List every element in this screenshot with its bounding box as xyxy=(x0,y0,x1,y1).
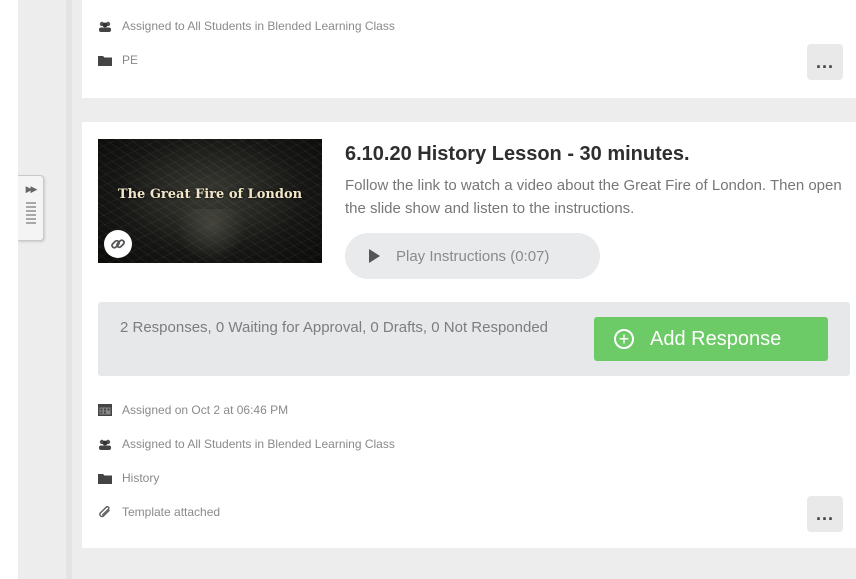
play-instructions-label: Play Instructions (0:07) xyxy=(396,247,550,265)
plus-circle-icon: + xyxy=(614,329,634,349)
video-thumbnail[interactable]: The Great Fire of London xyxy=(98,139,322,263)
assigned-on-text: Assigned on Oct 2 at 06:46 PM xyxy=(122,403,289,417)
users-icon xyxy=(98,20,112,32)
folder-row: PE xyxy=(98,53,138,67)
activity-description: Follow the link to watch a video about t… xyxy=(345,177,842,217)
assigned-on-row: Assigned on Oct 2 at 06:46 PM xyxy=(98,403,288,417)
calendar-icon xyxy=(98,404,112,416)
play-icon xyxy=(369,249,380,263)
activity-title: 6.10.20 History Lesson - 30 minutes. xyxy=(345,143,690,165)
assigned-to-text: Assigned to All Students in Blended Lear… xyxy=(122,437,395,451)
folder-text: History xyxy=(122,471,160,485)
thumbnail-tree xyxy=(176,209,246,263)
folder-row: History xyxy=(98,471,159,485)
link-icon[interactable] xyxy=(104,230,132,258)
timeline-rail xyxy=(66,0,72,579)
assigned-to-row: Assigned to All Students in Blended Lear… xyxy=(98,437,395,451)
responses-panel: 2 Responses, 0 Waiting for Approval, 0 D… xyxy=(98,302,850,376)
responses-summary: 2 Responses, 0 Waiting for Approval, 0 D… xyxy=(120,319,549,336)
thumbnail-caption: The Great Fire of London xyxy=(117,187,303,202)
template-text: Template attached xyxy=(122,505,221,519)
template-row: Template attached xyxy=(98,505,220,519)
paperclip-icon xyxy=(98,505,112,518)
sidebar-toggle[interactable]: ▶▶ xyxy=(18,175,44,241)
activity-card-pe: Assigned to All Students in Blended Lear… xyxy=(82,0,856,98)
users-icon xyxy=(98,438,112,450)
add-response-label: Add Response xyxy=(650,327,782,350)
more-options-button[interactable]: ... xyxy=(807,496,843,532)
left-edge xyxy=(0,0,18,579)
double-chevron-right-icon: ▶▶ xyxy=(25,184,38,194)
activity-card-history: The Great Fire of London 6.10.20 History… xyxy=(82,122,856,548)
folder-icon xyxy=(98,54,112,66)
grip-icon xyxy=(25,202,36,224)
folder-text: PE xyxy=(122,53,139,67)
assigned-to-text: Assigned to All Students in Blended Lear… xyxy=(122,19,395,33)
more-options-button[interactable]: ... xyxy=(807,44,843,80)
assigned-to-row: Assigned to All Students in Blended Lear… xyxy=(98,19,395,33)
play-instructions-button[interactable]: Play Instructions (0:07) xyxy=(345,233,600,279)
folder-icon xyxy=(98,472,112,484)
add-response-button[interactable]: + Add Response xyxy=(594,317,828,361)
